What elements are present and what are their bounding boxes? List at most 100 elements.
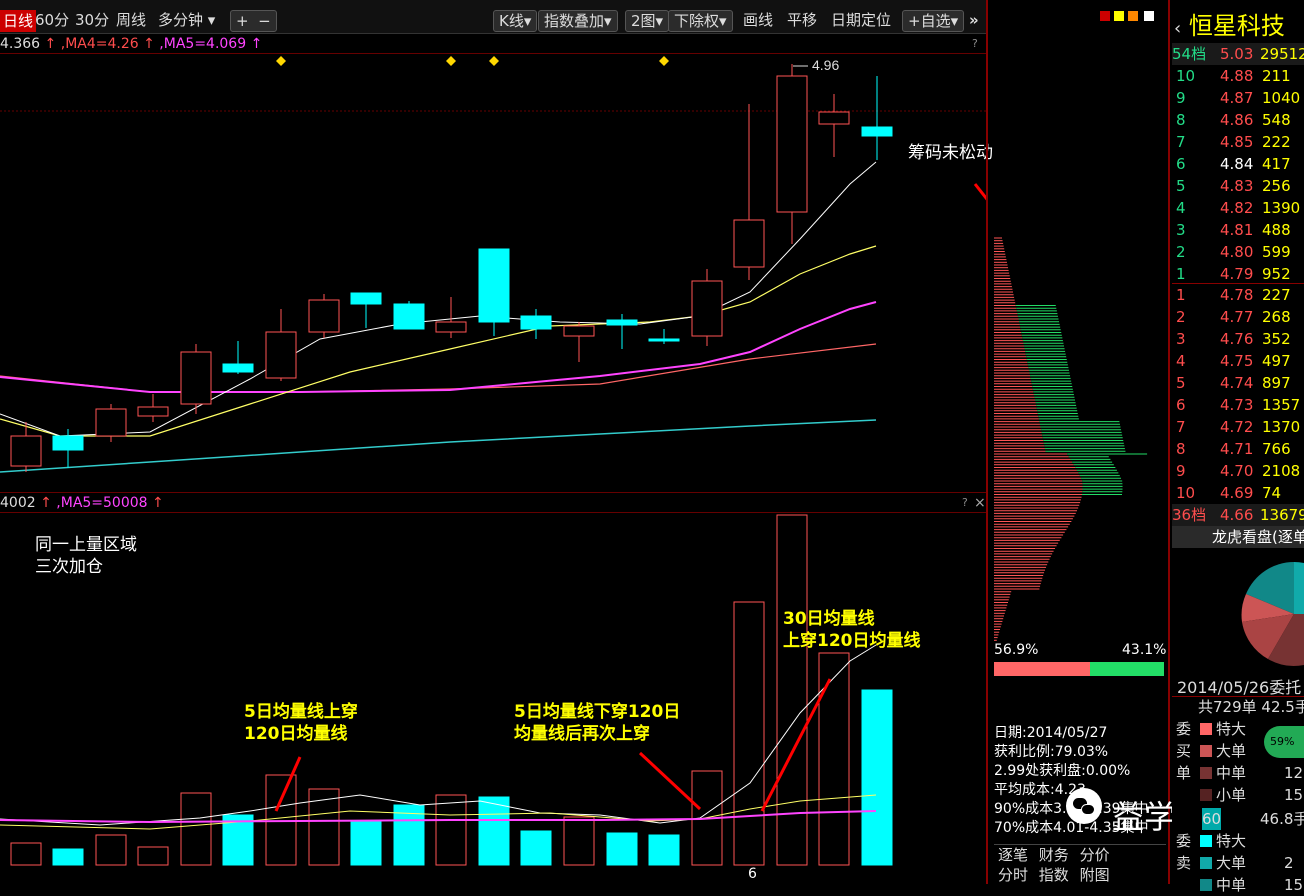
buy-order-type-label: 大单 xyxy=(1216,742,1247,760)
buy-level-price: 4.71 xyxy=(1220,440,1254,458)
buy-level-row[interactable]: 4 4.75 497 xyxy=(1172,350,1304,372)
back-icon[interactable]: ‹ xyxy=(1174,18,1181,39)
index-overlay-dropdown[interactable]: 指数叠加▾ xyxy=(538,10,618,32)
candle-body xyxy=(648,338,680,342)
tab-index[interactable]: 指数 xyxy=(1039,866,1069,884)
candle-body xyxy=(95,408,127,437)
buy-level-level: 10 xyxy=(1176,484,1196,502)
buy-level-volume: 766 xyxy=(1262,440,1291,458)
chip-toolbar-icon[interactable] xyxy=(1144,11,1154,21)
buy-level-row[interactable]: 1 4.78 227 xyxy=(1172,284,1304,306)
ma5-down-annotation-line2: 均量线后再次上穿 xyxy=(514,724,650,744)
sell-level-row[interactable]: 7 4.85 222 xyxy=(1172,131,1304,153)
period-week-tab[interactable]: 周线 xyxy=(113,9,149,31)
sell-level-row[interactable]: 3 4.81 488 xyxy=(1172,219,1304,241)
buy-level-price: 4.73 xyxy=(1220,396,1254,414)
candle-body xyxy=(435,321,467,333)
period-day-tab[interactable]: 日线 xyxy=(0,10,37,32)
buy-level-price: 4.75 xyxy=(1220,352,1254,370)
tab-sub-chart[interactable]: 附图 xyxy=(1080,866,1110,884)
chevron-down-icon: ▾ xyxy=(719,12,727,30)
sell-level-volume: 599 xyxy=(1262,243,1291,261)
annotation-arrow xyxy=(973,183,986,201)
sell-level-level: 6 xyxy=(1176,155,1186,173)
help-icon[interactable]: ? xyxy=(962,494,968,512)
buy-order-type-label: 中单 xyxy=(1216,764,1247,782)
price-chart-panel[interactable]: 4.96 筹码未松动 xyxy=(0,53,993,493)
chevron-down-icon: ▾ xyxy=(523,12,532,30)
ma-cyan-line xyxy=(0,419,877,473)
tab-price-distribution[interactable]: 分价 xyxy=(1080,846,1110,864)
sell-level-row[interactable]: 10 4.88 211 xyxy=(1172,65,1304,87)
ma5-cross-annotation-line2: 120日均量线 xyxy=(244,724,348,744)
date-locate-button[interactable]: 日期定位 xyxy=(828,9,894,31)
close-icon[interactable]: × xyxy=(974,494,986,512)
sell-level-row[interactable]: 5 4.83 256 xyxy=(1172,175,1304,197)
buy-level-row[interactable]: 6 4.73 1357 xyxy=(1172,394,1304,416)
ex-right-dropdown[interactable]: 下除权▾ xyxy=(668,10,733,32)
tab-finance[interactable]: 财务 xyxy=(1039,846,1069,864)
two-chart-dropdown[interactable]: 2图▾ xyxy=(625,10,670,32)
ex-right-label: 下除权 xyxy=(674,12,720,30)
sell-order-type-row: 中单 15 xyxy=(1172,874,1304,896)
sell-level-row[interactable]: 2 4.80 599 xyxy=(1172,241,1304,263)
profit-percent: 56.9% xyxy=(994,642,1039,658)
tab-intraday[interactable]: 分时 xyxy=(998,866,1028,884)
buy-level-price: 4.77 xyxy=(1220,308,1254,326)
volume-chart-svg xyxy=(0,514,893,866)
buy-level-row[interactable]: 5 4.74 897 xyxy=(1172,372,1304,394)
sell-level-level: 1 xyxy=(1176,265,1186,283)
volume-chart-panel[interactable]: 同一上量区域 三次加仓 5日均量线上穿 120日均量线 5日均量线下穿120日 … xyxy=(0,512,986,882)
sell-order-type-row: 大单 2 xyxy=(1172,852,1304,874)
candle-body xyxy=(180,351,212,405)
chip-toolbar-icon[interactable] xyxy=(1128,11,1138,21)
period-30min-tab[interactable]: 30分 xyxy=(72,9,112,31)
tab-tick-by-tick[interactable]: 逐笔 xyxy=(998,846,1028,864)
help-icon[interactable]: ? xyxy=(972,35,978,53)
buy-order-type-row: 小单 15 xyxy=(1172,784,1304,806)
sell-level-price: 4.86 xyxy=(1220,111,1254,129)
sell-level-row[interactable]: 4 4.82 1390 xyxy=(1172,197,1304,219)
add-watchlist-dropdown[interactable]: +自选▾ xyxy=(902,10,965,32)
volume-bar xyxy=(137,846,169,866)
buy-level-row[interactable]: 3 4.76 352 xyxy=(1172,328,1304,350)
chip-toolbar-icon[interactable] xyxy=(1114,11,1124,21)
sell-level-volume: 548 xyxy=(1262,111,1291,129)
sell-level-row[interactable]: 9 4.87 1040 xyxy=(1172,87,1304,109)
sell-level-volume: 256 xyxy=(1262,177,1291,195)
buy-level-volume: 497 xyxy=(1262,352,1291,370)
collapse-icon[interactable]: » xyxy=(966,9,982,31)
kline-dropdown[interactable]: K线▾ xyxy=(493,10,538,32)
pan-button[interactable]: 平移 xyxy=(784,9,820,31)
sell-order-summary: 60 46.8手 xyxy=(1172,808,1304,830)
sell-level-volume: 952 xyxy=(1262,265,1291,283)
buy-order-type-swatch xyxy=(1200,723,1212,735)
sell-order-type-label: 中单 xyxy=(1216,876,1247,894)
buy-level-row[interactable]: 2 4.77 268 xyxy=(1172,306,1304,328)
volume-bar xyxy=(733,601,765,866)
up-arrow-icon: ↑ xyxy=(40,36,61,52)
multi-minute-dropdown[interactable]: 多分钟 ▾ xyxy=(155,9,218,31)
sell-level-row[interactable]: 6 4.84 417 xyxy=(1172,153,1304,175)
vol-ma5-text: MA5=50008 xyxy=(60,495,148,511)
sell-level-price: 4.80 xyxy=(1220,243,1254,261)
volume-bar xyxy=(10,842,42,866)
volume-bar xyxy=(265,774,297,866)
buy-level-level: 7 xyxy=(1176,418,1186,436)
buy-level-volume: 2108 xyxy=(1262,462,1301,480)
period-60min-tab[interactable]: 60分 xyxy=(32,9,72,31)
sell-level-row[interactable]: 8 4.86 548 xyxy=(1172,109,1304,131)
buy-level-row[interactable]: 9 4.70 2108 xyxy=(1172,460,1304,482)
buy-level-row[interactable]: 7 4.72 1370 xyxy=(1172,416,1304,438)
chip-toolbar-icon[interactable] xyxy=(1100,11,1110,21)
sell-level-row[interactable]: 1 4.79 952 xyxy=(1172,263,1304,285)
buy-level-volume: 74 xyxy=(1262,484,1282,502)
draw-line-button[interactable]: 画线 xyxy=(740,9,776,31)
zoom-in-button[interactable]: + xyxy=(236,12,249,30)
buy-level-row[interactable]: 8 4.71 766 xyxy=(1172,438,1304,460)
sell-level-level: 8 xyxy=(1176,111,1186,129)
volume-bar xyxy=(180,792,212,866)
dragon-tiger-header[interactable]: 龙虎看盘(逐单 xyxy=(1172,526,1304,548)
buy-level-row[interactable]: 10 4.69 74 xyxy=(1172,482,1304,504)
zoom-out-button[interactable]: − xyxy=(258,12,271,30)
